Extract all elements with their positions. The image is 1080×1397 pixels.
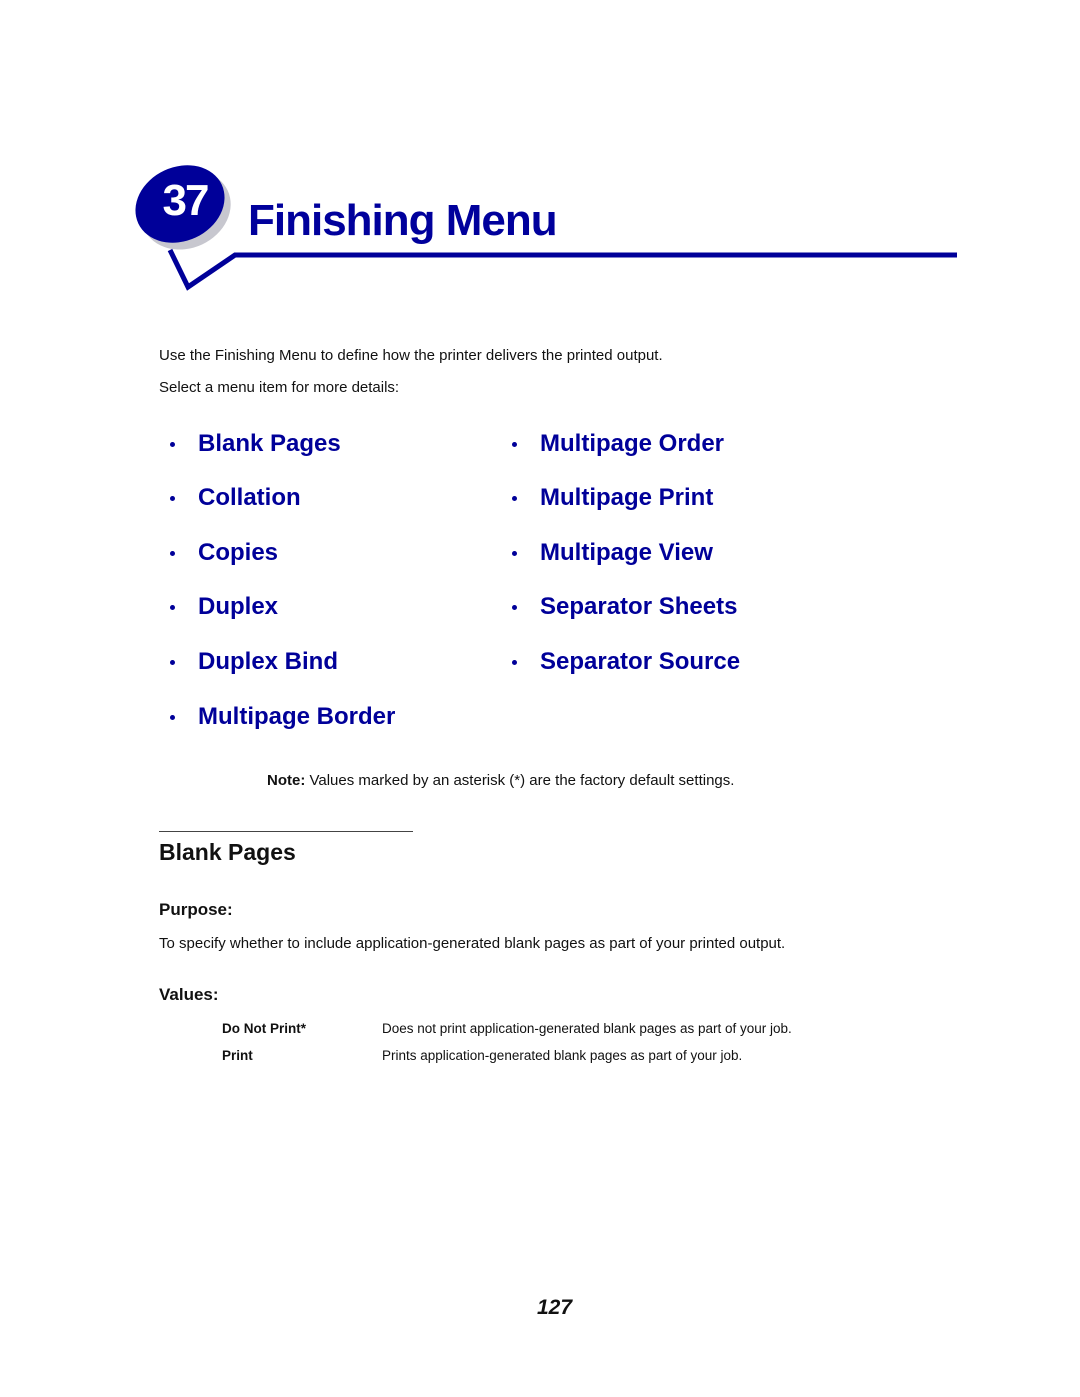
purpose-text: To specify whether to include applicatio… (159, 935, 786, 952)
menu-link-separator-sheets[interactable]: Separator Sheets (508, 593, 737, 621)
values-heading: Values: (159, 985, 219, 1004)
menu-link-label: Copies (198, 539, 279, 566)
menu-link-copies[interactable]: Copies (166, 539, 278, 567)
menu-link-separator-source[interactable]: Separator Source (508, 648, 740, 676)
intro-text: Use the Finishing Menu to define how the… (159, 347, 663, 364)
bullet-icon (166, 486, 178, 510)
value-name: Do Not Print* (222, 1021, 306, 1036)
bullet-icon (508, 541, 520, 565)
menu-link-label: Separator Sheets (540, 593, 738, 620)
bullet-icon (508, 650, 520, 674)
menu-link-label: Duplex (198, 593, 279, 620)
value-description: Does not print application-generated bla… (382, 1021, 792, 1036)
chapter-rule (167, 248, 957, 291)
intro-instruction: Select a menu item for more details: (159, 379, 400, 396)
menu-link-label: Duplex Bind (198, 648, 339, 675)
note-text: Values marked by an asterisk (*) are the… (305, 772, 735, 789)
chapter-title: Finishing Menu (248, 196, 558, 245)
chapter-badge-graphic (135, 165, 957, 291)
note: Note: Values marked by an asterisk (*) a… (267, 772, 734, 789)
value-description: Prints application-generated blank pages… (382, 1048, 743, 1063)
value-name: Print (222, 1048, 253, 1063)
menu-link-label: Separator Source (540, 648, 741, 675)
menu-link-label: Multipage Order (540, 430, 725, 457)
bullet-icon (508, 486, 520, 510)
bullet-icon (166, 650, 178, 674)
menu-link-blank-pages[interactable]: Blank Pages (166, 430, 341, 458)
value-row: Do Not Print* Does not print application… (222, 1021, 792, 1036)
bullet-icon (166, 432, 178, 456)
menu-link-multipage-order[interactable]: Multipage Order (508, 430, 724, 458)
note-label: Note: (267, 772, 306, 789)
menu-link-multipage-print[interactable]: Multipage Print (508, 484, 713, 512)
menu-link-duplex-bind[interactable]: Duplex Bind (166, 648, 338, 676)
section-divider (159, 831, 413, 832)
bullet-icon (508, 595, 520, 619)
menu-link-label: Multipage Border (198, 703, 396, 730)
menu-link-label: Collation (198, 484, 301, 511)
menu-link-duplex[interactable]: Duplex (166, 593, 278, 621)
chapter-number: 37 (162, 176, 210, 225)
section-title: Blank Pages (159, 839, 296, 865)
page-number: 127 (537, 1296, 573, 1319)
menu-link-label: Blank Pages (198, 430, 341, 457)
menu-link-multipage-view[interactable]: Multipage View (508, 539, 713, 567)
purpose-heading: Purpose: (159, 900, 233, 919)
menu-link-label: Multipage View (540, 539, 713, 566)
menu-link-collation[interactable]: Collation (166, 484, 301, 512)
bullet-icon (166, 541, 178, 565)
menu-link-multipage-border[interactable]: Multipage Border (166, 703, 395, 731)
value-row: Print Prints application-generated blank… (222, 1048, 742, 1063)
bullet-icon (166, 705, 178, 729)
menu-link-label: Multipage Print (540, 484, 714, 511)
bullet-icon (508, 432, 520, 456)
bullet-icon (166, 595, 178, 619)
